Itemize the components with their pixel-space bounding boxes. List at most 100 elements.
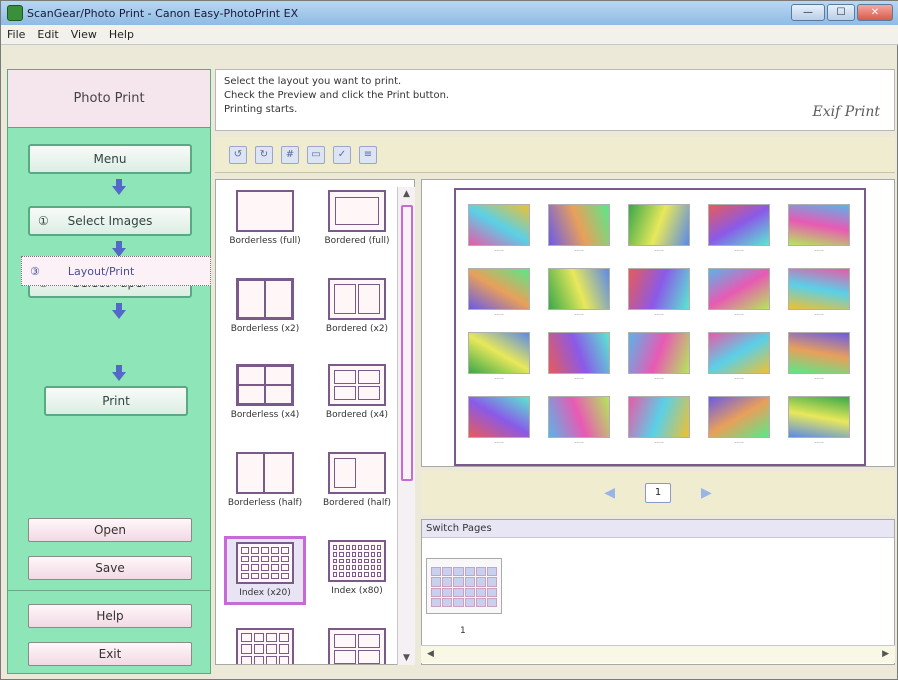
layout-bordered-full[interactable]: Bordered (full) [316, 190, 398, 247]
close-button[interactable]: ✕ [857, 4, 893, 21]
preview-photo[interactable] [708, 204, 770, 246]
settings-icon[interactable]: ≡ [359, 145, 377, 164]
layout-label: Borderless (x4) [230, 410, 300, 420]
correct-icon[interactable]: ✓ [333, 145, 351, 164]
scroll-left-icon[interactable]: ◀ [427, 649, 434, 659]
preview-photo[interactable] [548, 268, 610, 310]
menu-button[interactable]: Menu [28, 144, 192, 174]
next-page-icon[interactable]: ▶ [701, 485, 712, 501]
layout-label: Bordered (x2) [325, 324, 389, 334]
save-button[interactable]: Save [28, 556, 192, 580]
pages-hscrollbar[interactable]: ◀ ▶ [421, 645, 895, 663]
page-thumbnail-grid [431, 567, 497, 607]
preview-photo-caption: ····· [734, 312, 744, 319]
preview-photo[interactable] [708, 396, 770, 438]
preview-photo-caption: ····· [494, 440, 504, 447]
page-thumbnail[interactable] [426, 558, 502, 614]
preview-photo-caption: ····· [574, 440, 584, 447]
sidebar-divider [8, 590, 210, 591]
preview-photo[interactable] [788, 396, 850, 438]
layout-scrollbar[interactable]: ▲ ▼ [397, 187, 415, 665]
menu-file[interactable]: File [7, 28, 25, 41]
layout-list: Borderless (full) Bordered (full) Border… [215, 179, 415, 665]
layout-print-step[interactable]: ③ Layout/Print [21, 256, 211, 286]
scrollbar-thumb[interactable] [401, 205, 413, 481]
rotate-left-icon[interactable]: ↺ [229, 145, 247, 164]
preview-photo-caption: ····· [574, 312, 584, 319]
scroll-down-icon[interactable]: ▼ [403, 653, 410, 663]
preview-photo[interactable] [468, 268, 530, 310]
preview-photo[interactable] [548, 204, 610, 246]
layout-page-icon [236, 278, 294, 320]
print-preview: ····· ····· ····· ····· ····· ····· ····· ·····… [421, 179, 895, 467]
preview-photo[interactable] [548, 332, 610, 374]
guide-area: Select the layout you want to print. Che… [215, 69, 895, 131]
preview-photo[interactable] [468, 332, 530, 374]
select-images-label: Select Images [67, 214, 153, 228]
step3-number: ③ [30, 264, 40, 278]
preview-photo-caption: ····· [734, 440, 744, 447]
layout-page-icon [236, 452, 294, 494]
layout-index-x80[interactable]: Index (x80) [316, 540, 398, 597]
layout-more-2[interactable] [316, 628, 398, 664]
app-icon [7, 5, 23, 21]
menu-edit[interactable]: Edit [37, 28, 58, 41]
maximize-button[interactable]: ☐ [827, 4, 855, 21]
preview-photo-caption: ····· [734, 248, 744, 255]
preview-photo[interactable] [548, 396, 610, 438]
preview-photo-caption: ····· [494, 312, 504, 319]
layout-index-x20[interactable]: Index (x20) [224, 536, 306, 605]
minimize-button[interactable]: — [791, 4, 825, 21]
down-arrow-icon [112, 365, 126, 381]
layout-label: Borderless (x2) [230, 324, 300, 334]
preview-photo[interactable] [628, 396, 690, 438]
layout-label: Index (x80) [331, 586, 383, 596]
layout-print-label: Layout/Print [67, 264, 135, 278]
layout-label: Borderless (half) [227, 498, 303, 508]
layout-bordered-x4[interactable]: Bordered (x4) [316, 364, 398, 421]
preview-photo[interactable] [788, 332, 850, 374]
menu-help[interactable]: Help [109, 28, 134, 41]
preview-photo-caption: ····· [654, 376, 664, 383]
layout-page-icon [328, 190, 386, 232]
scroll-up-icon[interactable]: ▲ [403, 189, 410, 199]
frame-icon[interactable]: ▭ [307, 145, 325, 164]
preview-photo[interactable] [708, 332, 770, 374]
layout-label: Bordered (half) [323, 498, 391, 508]
menu-button-label: Menu [93, 152, 127, 166]
preview-photo[interactable] [468, 204, 530, 246]
layout-bordered-x2[interactable]: Bordered (x2) [316, 278, 398, 335]
prev-page-icon[interactable]: ◀ [604, 485, 615, 501]
preview-photo[interactable] [468, 396, 530, 438]
edit-toolbar: ↺ ↻ # ▭ ✓ ≡ [215, 137, 895, 173]
preview-photo[interactable] [628, 268, 690, 310]
layout-borderless-full[interactable]: Borderless (full) [224, 190, 306, 247]
preview-photo[interactable] [628, 204, 690, 246]
layout-label: Borderless (full) [229, 236, 301, 246]
down-arrow-icon [112, 179, 126, 195]
layout-more-1[interactable] [224, 628, 306, 664]
preview-photo[interactable] [788, 204, 850, 246]
print-button[interactable]: Print [44, 386, 188, 416]
scroll-right-icon[interactable]: ▶ [882, 646, 889, 662]
crop-icon[interactable]: # [281, 145, 299, 164]
title-bar[interactable]: ScanGear/Photo Print - Canon Easy-PhotoP… [1, 1, 898, 25]
exit-button[interactable]: Exit [28, 642, 192, 666]
layout-page-icon [236, 542, 294, 584]
guide-line-2: Check the Preview and click the Print bu… [224, 90, 450, 101]
help-button[interactable]: Help [28, 604, 192, 628]
menu-view[interactable]: View [71, 28, 97, 41]
preview-photo[interactable] [788, 268, 850, 310]
layout-borderless-x2[interactable]: Borderless (x2) [224, 278, 306, 335]
rotate-right-icon[interactable]: ↻ [255, 145, 273, 164]
layout-borderless-half[interactable]: Borderless (half) [224, 452, 306, 509]
preview-photo[interactable] [628, 332, 690, 374]
sidebar-title: Photo Print [8, 70, 210, 128]
layout-borderless-x4[interactable]: Borderless (x4) [224, 364, 306, 421]
select-images-button[interactable]: ① Select Images [28, 206, 192, 236]
step1-number: ① [38, 214, 49, 228]
open-button[interactable]: Open [28, 518, 192, 542]
preview-photo-caption: ····· [814, 312, 824, 319]
preview-photo[interactable] [708, 268, 770, 310]
layout-bordered-half[interactable]: Bordered (half) [316, 452, 398, 509]
